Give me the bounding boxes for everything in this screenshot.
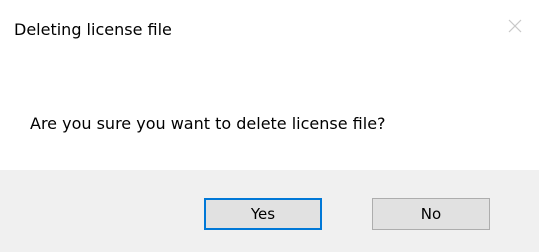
confirmation-message: Are you sure you want to delete license … [30, 114, 386, 133]
title-bar: Deleting license file [0, 0, 539, 64]
close-button[interactable] [499, 12, 531, 40]
dialog-title: Deleting license file [14, 20, 172, 39]
close-icon [508, 19, 522, 33]
dialog-content: Are you sure you want to delete license … [0, 64, 539, 170]
yes-button[interactable]: Yes [204, 198, 322, 230]
confirm-dialog: Deleting license file Are you sure you w… [0, 0, 539, 252]
no-button[interactable]: No [372, 198, 490, 230]
button-bar: Yes No [0, 170, 539, 252]
